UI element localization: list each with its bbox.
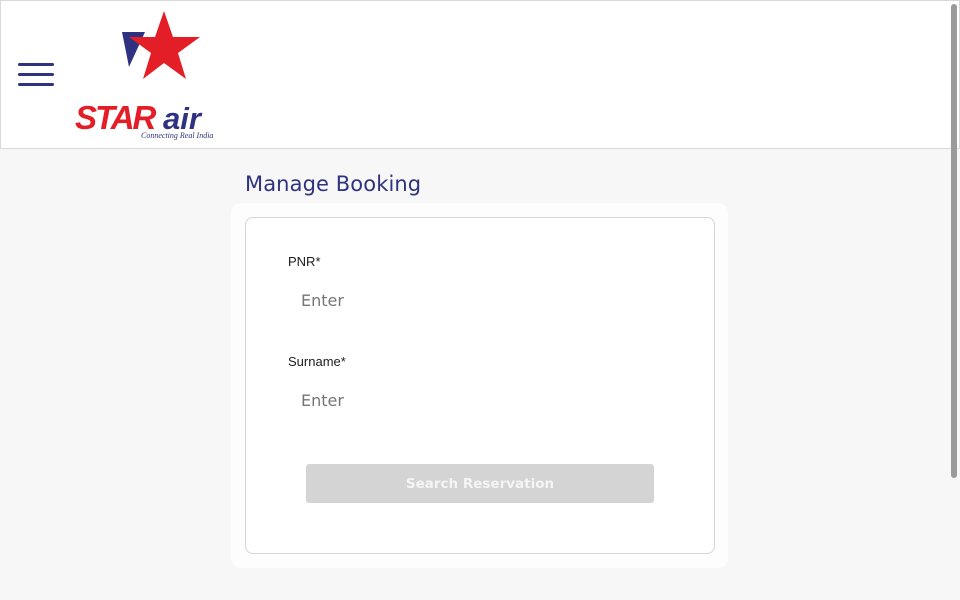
site-header: STAR air Connecting Real India bbox=[0, 0, 960, 149]
scrollbar-thumb[interactable] bbox=[951, 4, 957, 478]
page-scrollbar[interactable] bbox=[949, 0, 960, 600]
surname-input[interactable] bbox=[288, 382, 668, 418]
search-reservation-button[interactable]: Search Reservation bbox=[306, 464, 654, 503]
surname-label: Surname* bbox=[288, 354, 346, 369]
pnr-input[interactable] bbox=[288, 282, 668, 318]
pnr-label: PNR* bbox=[288, 254, 321, 269]
manage-booking-form: PNR* Surname* Search Reservation bbox=[245, 217, 715, 554]
star-air-logo[interactable]: STAR air Connecting Real India bbox=[73, 9, 249, 143]
hamburger-menu-icon[interactable] bbox=[18, 63, 55, 87]
page-title: Manage Booking bbox=[245, 172, 422, 196]
logo-tagline: Connecting Real India bbox=[141, 131, 213, 140]
